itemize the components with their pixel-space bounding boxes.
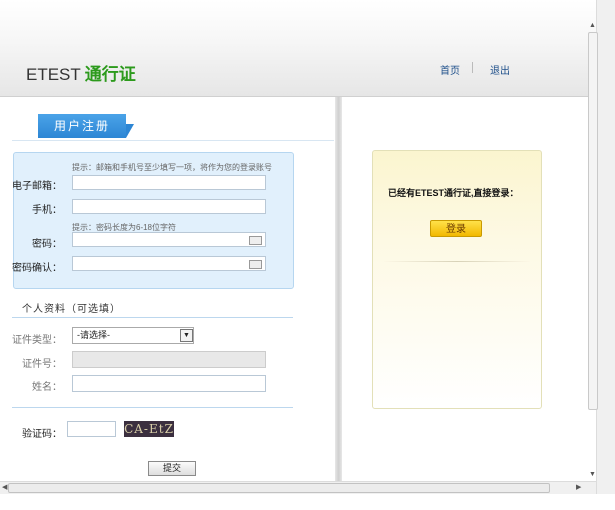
id-type-label: 证件类型： xyxy=(12,335,62,346)
section-divider xyxy=(12,317,293,318)
logo-highlight: 通行证 xyxy=(84,65,136,84)
email-field[interactable] xyxy=(72,175,266,190)
password-confirm-field[interactable] xyxy=(72,256,266,271)
vertical-scroll-thumb[interactable] xyxy=(588,32,598,410)
password-label: 密码： xyxy=(32,239,62,250)
password-field[interactable] xyxy=(72,232,266,247)
nav-logout-link[interactable]: 退出 xyxy=(490,62,510,77)
email-label: 电子邮箱： xyxy=(12,181,62,192)
dropdown-arrow-icon[interactable]: ▼ xyxy=(180,329,193,342)
captcha-label: 验证码： xyxy=(22,429,62,440)
login-prompt: 已经有ETEST通行证,直接登录： xyxy=(388,188,519,198)
nav-separator xyxy=(472,62,473,73)
panel-divider xyxy=(335,97,342,481)
login-divider xyxy=(384,261,530,262)
vertical-scrollbar[interactable] xyxy=(596,0,615,494)
name-field[interactable] xyxy=(72,375,266,392)
window-bottom-strip xyxy=(0,494,615,510)
keyboard-icon[interactable] xyxy=(249,236,262,245)
name-label: 姓名： xyxy=(32,382,62,393)
tab-underline xyxy=(12,140,334,141)
submit-button[interactable]: 提交 xyxy=(148,461,196,476)
site-logo[interactable]: ETEST 通行证 xyxy=(26,60,136,85)
scroll-up-icon[interactable]: ▲ xyxy=(589,22,596,29)
scroll-left-icon[interactable]: ◀ xyxy=(2,483,7,491)
scroll-down-icon[interactable]: ▼ xyxy=(589,471,596,478)
nav-home-link[interactable]: 首页 xyxy=(440,62,460,77)
profile-section-title: 个人资料（可选填） xyxy=(22,304,121,315)
captcha-field[interactable] xyxy=(67,421,116,437)
hint-account: 提示：邮箱和手机号至少填写一项，将作为您的登录账号 xyxy=(72,163,272,172)
id-type-select[interactable]: -请选择- xyxy=(72,327,194,344)
scroll-right-icon[interactable]: ▶ xyxy=(576,483,581,491)
id-number-field[interactable] xyxy=(72,351,266,368)
keyboard-icon[interactable] xyxy=(249,260,262,269)
horizontal-scroll-thumb[interactable] xyxy=(8,483,550,493)
id-number-label: 证件号： xyxy=(22,359,62,370)
logo-text: ETEST xyxy=(26,65,81,84)
phone-field[interactable] xyxy=(72,199,266,214)
password-confirm-label: 密码确认： xyxy=(12,263,62,274)
section-divider xyxy=(12,407,293,408)
login-button[interactable]: 登录 xyxy=(430,220,482,237)
phone-label: 手机： xyxy=(32,205,62,216)
captcha-image[interactable]: CA-EtZ xyxy=(124,421,174,437)
tab-notch xyxy=(126,124,134,138)
tab-register[interactable]: 用户注册 xyxy=(38,114,126,138)
